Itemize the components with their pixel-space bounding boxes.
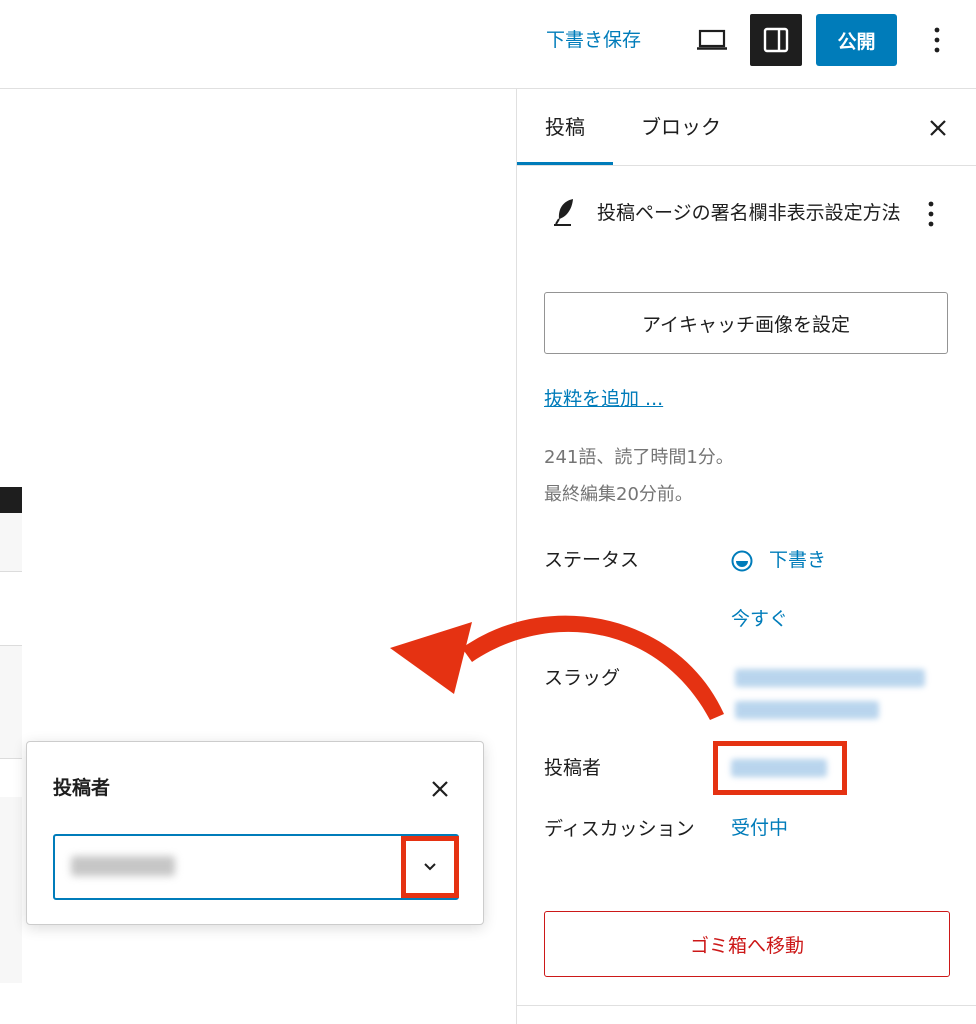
canvas-block-fragment (0, 513, 22, 572)
settings-sidebar: 投稿 ブロック 投稿ページの署名欄非表示設定方法 アイキャッチ画像を設定 抜粋を… (516, 89, 976, 1024)
save-draft-button[interactable]: 下書き保存 (546, 26, 641, 54)
divider (517, 1005, 976, 1006)
author-popover: 投稿者 (26, 741, 484, 925)
close-icon[interactable] (923, 113, 953, 143)
chevron-down-icon[interactable] (401, 836, 459, 898)
word-count: 241語、読了時間1分。 (544, 447, 734, 468)
canvas-block-fragment (0, 645, 22, 759)
popover-title: 投稿者 (53, 777, 111, 799)
discussion-value[interactable]: 受付中 (731, 813, 788, 843)
post-title: 投稿ページの署名欄非表示設定方法 (597, 202, 901, 224)
laptop-icon[interactable] (690, 22, 734, 58)
author-highlight-box (713, 741, 847, 795)
canvas-toolbar-fragment (0, 487, 22, 513)
slug-value-redacted[interactable] (735, 701, 879, 719)
move-to-trash-button[interactable]: ゴミ箱へ移動 (544, 911, 950, 977)
author-select-value-redacted (71, 856, 175, 876)
author-label: 投稿者 (544, 757, 602, 779)
status-value[interactable]: 下書き (769, 545, 826, 575)
sidebar-toggle-button[interactable] (750, 14, 802, 66)
publish-button[interactable]: 公開 (816, 14, 897, 66)
status-label: ステータス (544, 549, 640, 571)
vertical-ellipsis-icon[interactable] (919, 197, 943, 231)
vertical-ellipsis-icon[interactable] (920, 22, 954, 58)
set-featured-image-button[interactable]: アイキャッチ画像を設定 (544, 292, 948, 354)
close-icon[interactable] (425, 774, 455, 804)
last-edited: 最終編集20分前。 (544, 484, 693, 505)
slug-value-redacted[interactable] (735, 669, 925, 687)
tab-block[interactable]: ブロック (641, 113, 721, 141)
active-tab-indicator (517, 162, 613, 165)
discussion-label: ディスカッション (544, 818, 695, 840)
sidebar-tabs: 投稿 ブロック (517, 89, 976, 166)
canvas-block-fragment (0, 757, 22, 798)
add-excerpt-link[interactable]: 抜粋を追加 ... (544, 385, 663, 413)
tab-post[interactable]: 投稿 (545, 113, 585, 141)
canvas-block-fragment (0, 797, 22, 983)
draft-status-icon[interactable] (731, 550, 753, 572)
sidebar-icon (763, 27, 789, 53)
author-select[interactable] (53, 834, 459, 900)
editor-header: 下書き保存 公開 (0, 0, 976, 89)
annotation-arrow (390, 615, 724, 720)
quill-icon (553, 197, 577, 227)
